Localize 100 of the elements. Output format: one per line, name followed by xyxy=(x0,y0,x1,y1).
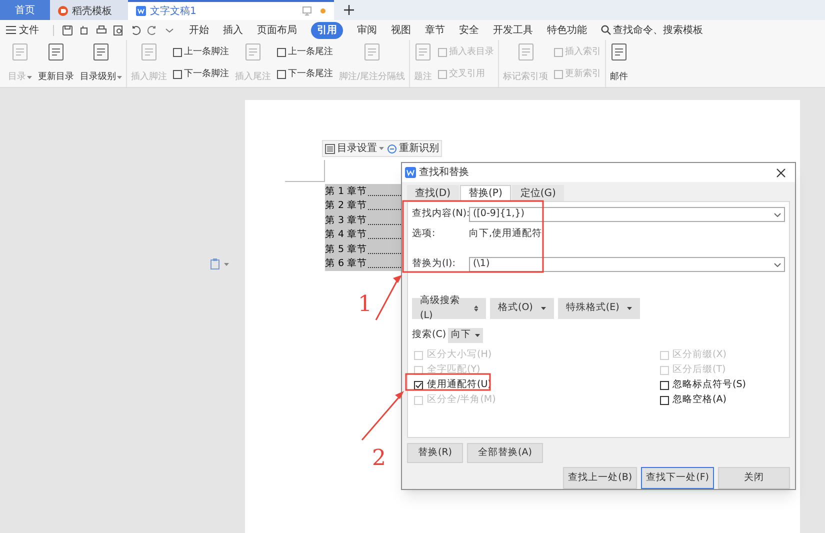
document-icon xyxy=(518,43,534,61)
annotation-number: 1 xyxy=(358,294,372,316)
menu-tab[interactable]: 安全 xyxy=(459,22,479,38)
dialog-tab[interactable]: 查找(D) xyxy=(407,185,459,201)
checkbox[interactable]: 忽略空格(A) xyxy=(660,393,785,408)
dialog-button[interactable]: 查找上一处(B) xyxy=(563,467,638,489)
caret-icon xyxy=(627,307,632,310)
frame-icon xyxy=(173,70,182,79)
frame-icon xyxy=(277,48,286,58)
menu-tab[interactable]: 审阅 xyxy=(357,22,377,38)
document-icon xyxy=(611,43,628,61)
chevron-down-icon xyxy=(774,262,781,266)
frame-icon xyxy=(277,70,286,79)
ribbon-button[interactable]: 下一条尾注 xyxy=(277,68,333,81)
search-label: 搜索(C) xyxy=(412,328,446,342)
ribbon-button[interactable]: 目录级别 xyxy=(80,40,122,87)
frame-icon xyxy=(173,48,182,58)
document-icon xyxy=(415,43,432,61)
caret-icon xyxy=(475,334,480,337)
checkbox[interactable]: 忽略标点符号(S) xyxy=(660,378,785,393)
menu-tab[interactable]: 特色功能 xyxy=(547,22,587,38)
dialog-title: 查找和替换 xyxy=(419,166,469,180)
ribbon-button[interactable]: 上一条尾注 xyxy=(277,46,333,60)
menu-tab[interactable]: 章节 xyxy=(425,22,445,38)
menu-tab[interactable]: 插入 xyxy=(223,22,243,38)
document-icon xyxy=(48,43,64,61)
toc-entry[interactable]: 第 1 章节 xyxy=(325,184,368,198)
frame-icon xyxy=(554,48,564,58)
frame-icon xyxy=(438,48,448,58)
toc-entry[interactable]: 第 3 章节 xyxy=(325,214,368,228)
expand-icon xyxy=(474,305,478,312)
dialog-tab[interactable]: 替换(P) xyxy=(460,185,512,201)
replace-button[interactable]: 全部替换(A) xyxy=(467,443,543,463)
plus-icon xyxy=(344,5,354,15)
caret-icon xyxy=(117,76,122,79)
option-button[interactable]: 特殊格式(E) xyxy=(558,298,640,319)
options-label: 选项: xyxy=(412,227,436,242)
checkbox-icon xyxy=(660,396,668,405)
undo-icon[interactable] xyxy=(130,24,141,36)
toc-entry[interactable]: 第 5 章节 xyxy=(325,242,368,256)
menu-tab[interactable]: 引用 xyxy=(311,22,343,38)
annotation-number: 2 xyxy=(372,448,386,470)
tab[interactable]: 文字文稿1 xyxy=(128,0,334,20)
ribbon-button[interactable]: 邮件 xyxy=(610,40,628,87)
document-icon xyxy=(93,43,109,61)
menu-icon xyxy=(6,26,16,34)
toc-entry[interactable]: 第 2 章节 xyxy=(325,199,368,213)
list-icon xyxy=(325,144,335,154)
document-icon xyxy=(141,43,157,61)
caret-icon xyxy=(379,147,384,150)
dialog-tab[interactable]: 定位(G) xyxy=(512,185,564,201)
save-icon[interactable] xyxy=(62,24,73,36)
option-button[interactable]: 格式(O) xyxy=(490,298,554,319)
field-label: 替换为(I): xyxy=(412,257,456,272)
clipboard-icon xyxy=(210,258,221,270)
checkbox-icon xyxy=(660,366,668,375)
dialog-button[interactable]: 关闭 xyxy=(718,467,790,489)
menu-tab[interactable]: 页面布局 xyxy=(257,22,297,38)
toc-entry[interactable]: 第 4 章节 xyxy=(325,228,368,242)
margin-mark xyxy=(285,160,325,182)
arrow xyxy=(375,275,402,320)
document-icon xyxy=(12,43,28,61)
find-field[interactable]: ([0-9]{1,}) xyxy=(469,207,785,222)
ribbon-button[interactable]: 下一条脚注 xyxy=(173,68,229,81)
print-icon[interactable] xyxy=(96,24,107,36)
ribbon-button[interactable]: 上一条脚注 xyxy=(173,46,229,60)
replace-button[interactable]: 替换(R) xyxy=(407,443,464,463)
toolbar-button[interactable]: 目录设置 xyxy=(325,141,384,156)
tab[interactable]: 稻壳模板 xyxy=(50,0,128,20)
menu-tab[interactable]: 开发工具 xyxy=(493,22,533,38)
menu-tab[interactable]: 视图 xyxy=(391,22,411,38)
options-value: 向下,使用通配符 xyxy=(469,227,542,242)
caret-icon xyxy=(540,307,546,310)
toolbar-button[interactable]: 重新识别 xyxy=(387,141,439,156)
menu-tab[interactable]: 开始 xyxy=(189,22,209,38)
dialog-button[interactable]: 查找下一处(F) xyxy=(641,467,714,489)
caret-icon xyxy=(27,76,32,79)
monitor-icon xyxy=(302,6,312,16)
print-preview-icon[interactable] xyxy=(113,24,124,36)
checkbox-icon xyxy=(414,366,423,375)
file-menu[interactable]: 文件 xyxy=(6,22,39,38)
search-field[interactable]: 查找命令、搜索模板 xyxy=(601,22,703,38)
redo-icon[interactable] xyxy=(147,24,158,36)
document-icon xyxy=(364,43,380,61)
tab[interactable]: 首页 xyxy=(0,0,50,20)
chevron-down-icon xyxy=(774,212,781,216)
close-icon[interactable] xyxy=(776,168,786,178)
direction-dropdown[interactable]: 向下 xyxy=(448,328,484,343)
ribbon-button[interactable]: 更新目录 xyxy=(38,40,74,87)
document-icon xyxy=(245,43,261,61)
frame-icon xyxy=(554,70,564,79)
caret-icon xyxy=(224,262,229,266)
field-label: 查找内容(N): xyxy=(412,207,469,222)
document-icon xyxy=(136,6,146,16)
checkbox-icon xyxy=(660,381,668,390)
docer-logo-icon xyxy=(58,6,68,16)
toc-entry[interactable]: 第 6 章节 xyxy=(325,257,368,271)
paste-options-button[interactable] xyxy=(210,258,229,270)
checkbox-icon xyxy=(414,381,423,390)
replace-field[interactable]: (\1) xyxy=(469,257,785,272)
